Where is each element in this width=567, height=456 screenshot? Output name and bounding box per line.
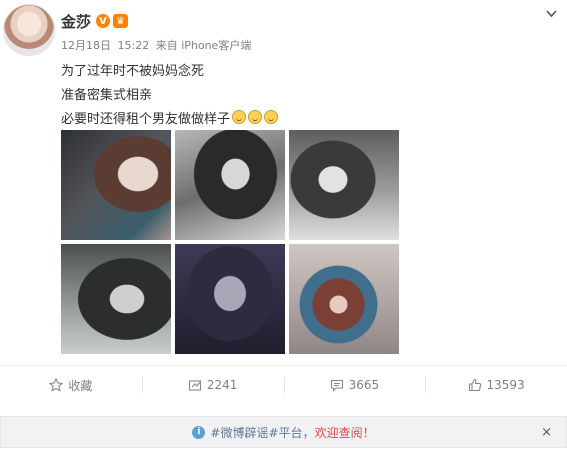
rumor-platform-link[interactable]: #微博辟谣#平台 <box>210 424 302 441</box>
like-button[interactable]: 13593 <box>425 366 567 404</box>
favorite-button[interactable]: 收藏 <box>0 366 142 404</box>
post-line-text: 必要时还得租个男友做做样子 <box>61 112 231 127</box>
comment-icon <box>330 379 343 392</box>
laugh-emoji-icon <box>232 110 247 124</box>
repost-count: 2241 <box>206 378 238 392</box>
notice-banner: i #微博辟谣#平台 ， 欢迎查阅！ × <box>0 416 567 448</box>
laugh-emoji-icon <box>248 110 263 124</box>
post-source[interactable]: 来自 iPhone客户端 <box>156 39 252 52</box>
post-line: 为了过年时不被妈妈念死 <box>61 64 205 79</box>
post-date[interactable]: 12月18日 <box>61 39 111 52</box>
like-count: 13593 <box>486 378 525 392</box>
comment-count: 3665 <box>348 378 380 392</box>
photo-thumbnail[interactable] <box>289 130 399 240</box>
action-bar: 收藏 2241 3665 13593 <box>0 365 567 404</box>
notice-welcome-text: 欢迎查阅！ <box>314 425 375 440</box>
post-time[interactable]: 15:22 <box>118 39 150 52</box>
close-icon[interactable]: × <box>541 425 552 440</box>
author-name[interactable]: 金莎 <box>61 11 91 32</box>
post-line: 必要时还得租个男友做做样子 <box>61 108 541 132</box>
chevron-down-icon[interactable] <box>546 8 557 19</box>
thumbs-up-icon <box>468 378 481 392</box>
photo-thumbnail[interactable] <box>61 244 171 354</box>
photo-grid <box>61 130 399 354</box>
post-line: 准备密集式相亲 <box>61 88 153 103</box>
favorite-label: 收藏 <box>68 378 93 393</box>
photo-thumbnail[interactable] <box>61 130 171 240</box>
laugh-emoji-icon <box>264 110 279 124</box>
star-icon <box>49 378 64 392</box>
post-text: 为了过年时不被妈妈念死 准备密集式相亲 必要时还得租个男友做做样子 <box>61 60 541 132</box>
vip-crown-icon: ♛ <box>113 14 129 28</box>
avatar[interactable] <box>3 4 55 56</box>
comment-button[interactable]: 3665 <box>283 366 426 404</box>
photo-thumbnail[interactable] <box>175 130 285 240</box>
post-meta: 12月18日 15:22 来自 iPhone客户端 <box>61 37 254 53</box>
verified-badge-icon: V <box>96 14 111 28</box>
author-row: 金莎 V ♛ <box>61 11 129 32</box>
photo-thumbnail[interactable] <box>289 244 399 354</box>
repost-button[interactable]: 2241 <box>141 366 284 404</box>
info-icon: i <box>192 425 206 439</box>
notice-separator: ， <box>302 425 315 440</box>
photo-thumbnail[interactable] <box>175 244 285 354</box>
repost-icon <box>188 380 201 391</box>
